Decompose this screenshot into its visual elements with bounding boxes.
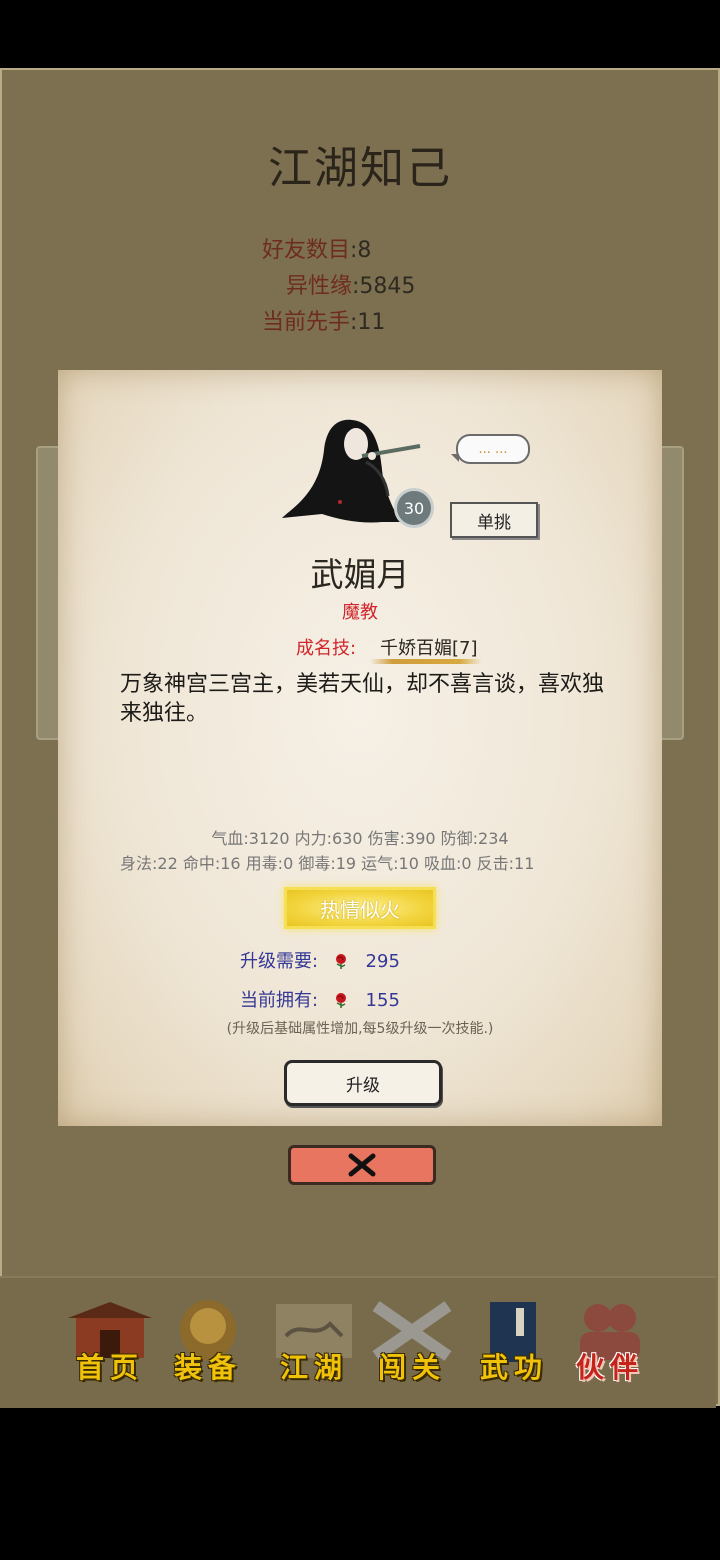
bottom-nav-bar: 首页 装备 江湖 闯关 武功 伙伴 bbox=[0, 1276, 716, 1408]
nav-label: 装备 bbox=[173, 1351, 242, 1384]
nav-equipment[interactable]: 装备 bbox=[160, 1296, 256, 1392]
nav-label: 江湖 bbox=[279, 1351, 348, 1384]
upgrade-note: (升级后基础属性增加,每5级升级一次技能.) bbox=[226, 1021, 494, 1037]
nav-label: 伙伴 bbox=[575, 1351, 644, 1384]
stat-friend-count: 好友数目:8 bbox=[262, 232, 371, 264]
attribute-stats-line-1: 气血:3120 内力:630 伤害:390 防御:234 bbox=[211, 829, 509, 848]
owned-label: 当前拥有: bbox=[240, 990, 319, 1011]
signature-skill-name[interactable]: 千娇百媚[7] bbox=[380, 634, 478, 660]
owned-row: 当前拥有: 155 bbox=[240, 986, 400, 1012]
upgrade-requirement-row: 升级需要: 295 bbox=[240, 947, 400, 973]
stat-label: 当前先手 bbox=[262, 310, 351, 335]
speech-bubble[interactable]: ... ... bbox=[451, 434, 530, 464]
stat-label: 好友数目 bbox=[262, 238, 351, 263]
nav-challenge[interactable]: 闯关 bbox=[364, 1296, 460, 1392]
trait-button[interactable]: 热情似火 bbox=[284, 887, 436, 929]
character-name: 武媚月 bbox=[310, 555, 410, 594]
upgrade-need-value: 295 bbox=[365, 951, 400, 972]
nav-label: 闯关 bbox=[377, 1351, 446, 1384]
nav-label: 武功 bbox=[479, 1351, 548, 1384]
nav-martial-arts[interactable]: 武功 bbox=[466, 1296, 562, 1392]
character-description: 万象神宫三宫主，美若天仙，却不喜言谈，喜欢独来独往。 bbox=[120, 672, 605, 726]
stat-charm: 异性缘:5845 bbox=[286, 268, 415, 300]
upgrade-need-label: 升级需要: bbox=[240, 951, 319, 972]
attribute-stats-line-2: 身法:22 命中:16 用毒:0 御毒:19 运气:10 吸血:0 反击:11 bbox=[120, 854, 535, 873]
close-button[interactable] bbox=[288, 1145, 436, 1185]
signature-skill-label: 成名技: bbox=[296, 638, 357, 659]
upgrade-button[interactable]: 升级 bbox=[284, 1060, 442, 1106]
nav-partners[interactable]: 伙伴 bbox=[562, 1296, 658, 1392]
owned-value: 155 bbox=[365, 990, 400, 1011]
level-badge: 30 bbox=[394, 488, 434, 528]
skill-underline bbox=[370, 659, 482, 664]
stat-value: :11 bbox=[350, 310, 386, 335]
partner-detail-dialog: 30 ... ... 单挑 武媚月 魔教 成名技: 千娇百媚[7] 万象神宫三宫… bbox=[58, 370, 662, 1126]
stat-initiative: 当前先手:11 bbox=[262, 304, 385, 336]
stat-label: 异性缘 bbox=[286, 274, 353, 299]
rose-icon bbox=[335, 993, 346, 1008]
nav-jianghu[interactable]: 江湖 bbox=[266, 1296, 362, 1392]
close-icon bbox=[348, 1153, 376, 1177]
nav-home[interactable]: 首页 bbox=[62, 1296, 158, 1392]
character-faction: 魔教 bbox=[342, 602, 378, 623]
stat-value: :8 bbox=[350, 238, 372, 263]
nav-label: 首页 bbox=[75, 1351, 144, 1384]
page-title: 江湖知己 bbox=[268, 143, 452, 194]
rose-icon bbox=[335, 954, 346, 969]
duel-button[interactable]: 单挑 bbox=[450, 502, 538, 538]
stat-value: :5845 bbox=[352, 274, 416, 299]
